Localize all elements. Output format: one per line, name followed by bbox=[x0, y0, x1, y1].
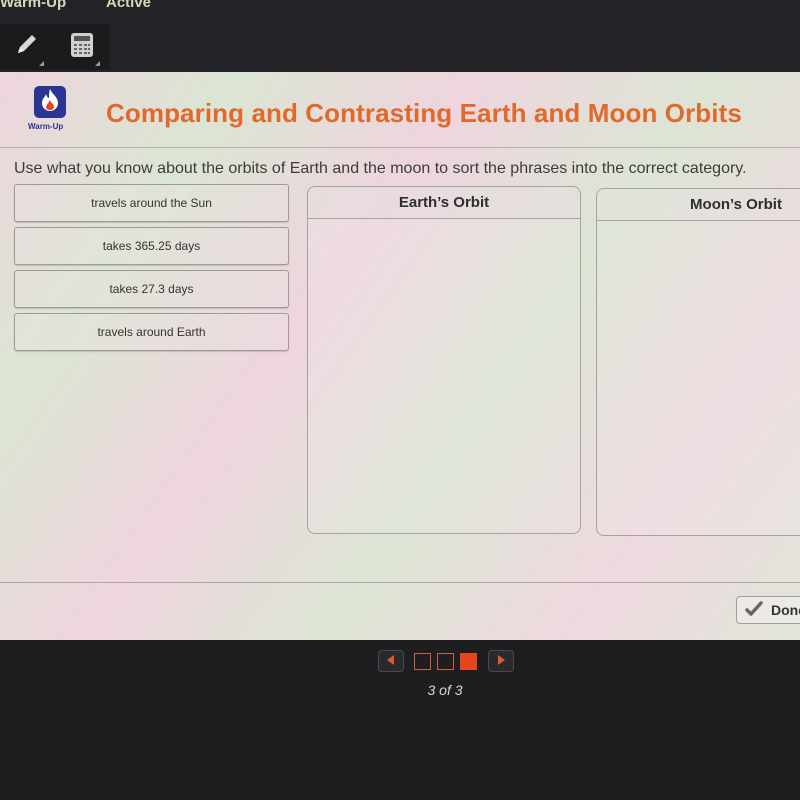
category-moons-orbit[interactable]: Moon’s Orbit bbox=[596, 188, 800, 536]
draggable-tile[interactable]: takes 27.3 days bbox=[14, 270, 289, 308]
calculator-icon bbox=[70, 32, 94, 63]
pagination: 3 of 3 bbox=[0, 650, 800, 710]
triangle-left-icon bbox=[387, 652, 395, 670]
tool-menu-corner-icon bbox=[39, 61, 44, 66]
tool-tray bbox=[0, 24, 110, 70]
page-indicator-1[interactable] bbox=[414, 653, 431, 670]
previous-button[interactable] bbox=[378, 650, 404, 672]
status-active: Active bbox=[106, 0, 152, 11]
done-label: Done bbox=[771, 602, 800, 618]
draggable-tile[interactable]: travels around Earth bbox=[14, 313, 289, 351]
page-indicator-2[interactable] bbox=[437, 653, 454, 670]
category-header: Earth’s Orbit bbox=[308, 187, 580, 219]
pencil-icon bbox=[12, 31, 40, 64]
next-button[interactable] bbox=[488, 650, 514, 672]
category-earths-orbit[interactable]: Earth’s Orbit bbox=[307, 186, 581, 534]
tab-warm-up[interactable]: Warm-Up bbox=[0, 0, 66, 11]
calculator-tool-button[interactable] bbox=[66, 32, 100, 66]
triangle-right-icon bbox=[497, 652, 505, 670]
pencil-tool-button[interactable] bbox=[10, 31, 44, 66]
warm-up-logo bbox=[34, 86, 66, 118]
page-title: Comparing and Contrasting Earth and Moon… bbox=[106, 98, 742, 128]
drop-zone[interactable] bbox=[308, 219, 580, 533]
logo-label: Warm-Up bbox=[28, 122, 64, 131]
page-indicator-3-current[interactable] bbox=[460, 653, 477, 670]
activity-page: Warm-Up Comparing and Contrasting Earth … bbox=[0, 72, 800, 640]
activity-header: Warm-Up Comparing and Contrasting Earth … bbox=[0, 72, 800, 148]
footer-divider bbox=[0, 582, 800, 583]
flame-icon bbox=[39, 88, 61, 117]
top-bar: Warm-Up Active bbox=[0, 0, 800, 72]
tool-menu-corner-icon bbox=[95, 61, 100, 66]
draggable-tile[interactable]: travels around the Sun bbox=[14, 184, 289, 222]
done-button[interactable]: Done bbox=[736, 596, 800, 624]
page-count: 3 of 3 bbox=[427, 682, 463, 698]
draggable-tile[interactable]: takes 365.25 days bbox=[14, 227, 289, 265]
instructions: Use what you know about the orbits of Ea… bbox=[14, 160, 747, 177]
drop-zone[interactable] bbox=[597, 221, 800, 535]
category-header: Moon’s Orbit bbox=[597, 189, 800, 221]
checkmark-icon bbox=[745, 600, 763, 620]
